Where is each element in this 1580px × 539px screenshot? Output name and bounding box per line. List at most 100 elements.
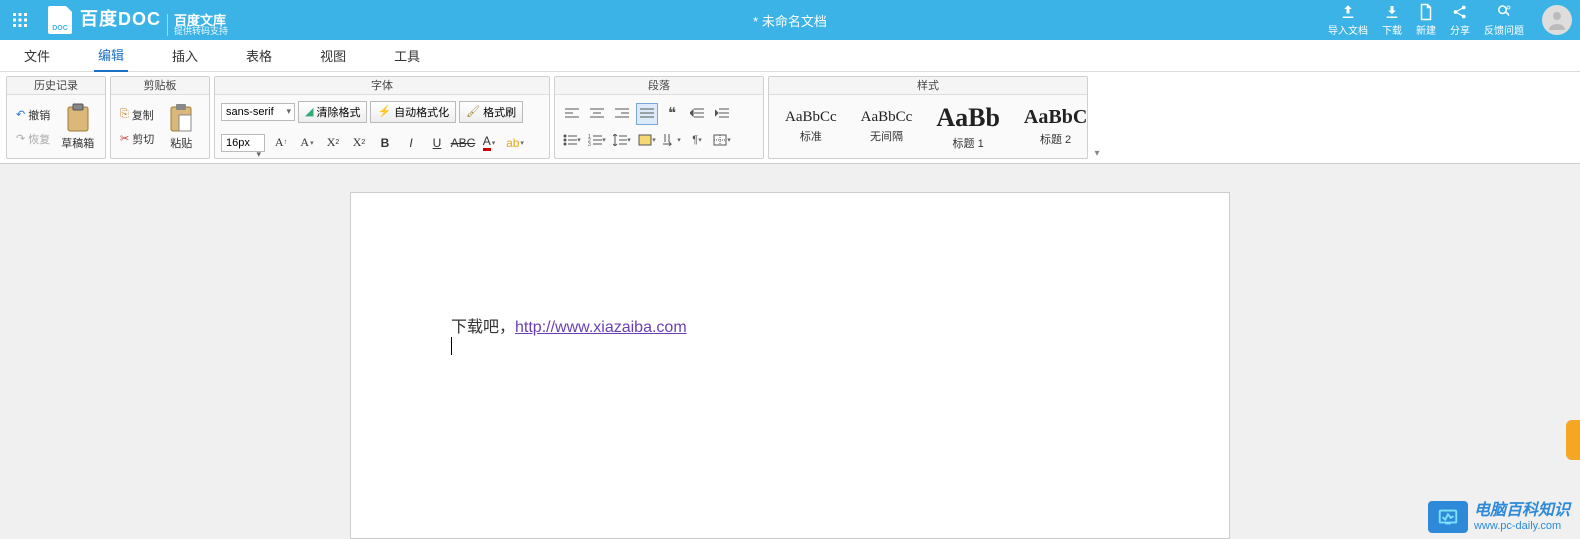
download-button[interactable]: 下载 xyxy=(1376,1,1408,39)
font-family-select[interactable]: sans-serif xyxy=(221,103,295,121)
menu-view[interactable]: 视图 xyxy=(316,40,350,71)
strikethrough-button[interactable]: ABC xyxy=(453,133,473,153)
document-area: 下载吧，http://www.xiazaiba.com xyxy=(0,164,1580,539)
indent-increase-button[interactable] xyxy=(711,103,733,125)
style-item-2[interactable]: AaBb标题 1 xyxy=(926,101,1010,153)
ribbon-group-font: 字体 sans-serif ◢清除格式 ⚡自动格式化 🖌格式刷 16px A↑ … xyxy=(214,76,550,159)
style-preview: AaBbCc xyxy=(861,109,913,126)
watermark-cn: 电脑百科知识 xyxy=(1474,502,1570,520)
highlight-button[interactable]: ab xyxy=(505,133,525,153)
svg-text:3: 3 xyxy=(588,142,591,146)
brand-sub-bottom: 提供转码支持 xyxy=(174,27,228,36)
group-title-clipboard: 剪贴板 xyxy=(111,77,209,95)
redo-button[interactable]: ↷恢复 xyxy=(13,129,53,149)
group-title-history: 历史记录 xyxy=(7,77,105,95)
style-label: 无间隔 xyxy=(870,128,903,144)
feedback-icon xyxy=(1495,3,1513,21)
text-prefix: 下载吧， xyxy=(451,319,515,336)
subscript-button[interactable]: X2 xyxy=(323,133,343,153)
ribbon-group-clipboard: 剪贴板 ⎘复制 ✂剪切 粘贴 xyxy=(110,76,210,159)
download-icon xyxy=(1383,3,1401,21)
italic-button[interactable]: I xyxy=(401,133,421,153)
align-justify-button[interactable] xyxy=(636,103,658,125)
style-label: 标题 2 xyxy=(1040,131,1071,147)
brand: 百度DOC 百度文库 提供转码支持 xyxy=(80,5,228,36)
document-title[interactable]: * 未命名文档 xyxy=(753,11,827,30)
quote-button[interactable]: ❝ xyxy=(661,103,683,125)
align-right-button[interactable] xyxy=(611,103,633,125)
style-item-1[interactable]: AaBbCc 无间隔 xyxy=(851,107,923,146)
style-preview: AaBbC xyxy=(1024,106,1087,129)
clear-format-button[interactable]: ◢清除格式 xyxy=(298,101,367,123)
drafts-button[interactable]: 草稿箱 xyxy=(57,101,98,153)
align-center-button[interactable] xyxy=(586,103,608,125)
format-painter-button[interactable]: 🖌格式刷 xyxy=(459,101,523,123)
number-list-button[interactable]: 123▾ xyxy=(586,129,608,151)
ribbon-expand-button[interactable]: ▾ xyxy=(1090,72,1104,163)
indent-decrease-button[interactable] xyxy=(686,103,708,125)
avatar-icon xyxy=(1545,8,1569,32)
auto-format-button[interactable]: ⚡自动格式化 xyxy=(370,101,456,123)
brand-main: 百度DOC xyxy=(80,5,161,31)
share-icon xyxy=(1451,3,1469,21)
group-title-styles: 样式 xyxy=(769,77,1087,95)
ribbon-group-history: 历史记录 ↶撤销 ↷恢复 草稿箱 xyxy=(6,76,106,159)
document-link[interactable]: http://www.xiazaiba.com xyxy=(515,319,687,336)
font-size-select[interactable]: 16px xyxy=(221,134,265,152)
grid-icon xyxy=(13,13,27,27)
top-header: 百度DOC 百度文库 提供转码支持 * 未命名文档 导入文档 下载 新建 分享 … xyxy=(0,0,1580,40)
watermark-en: www.pc-daily.com xyxy=(1474,520,1570,532)
style-preview: AaBb xyxy=(936,103,1000,133)
bullet-list-button[interactable]: ▾ xyxy=(561,129,583,151)
style-item-0[interactable]: AaBbCc 标准 xyxy=(775,107,847,146)
user-avatar[interactable] xyxy=(1542,5,1572,35)
paragraph-mark-button[interactable]: ¶▾ xyxy=(686,129,708,151)
text-direction-button[interactable]: ▾ xyxy=(661,129,683,151)
clipboard-icon xyxy=(62,103,94,133)
menu-edit[interactable]: 编辑 xyxy=(94,39,128,72)
apps-grid-button[interactable] xyxy=(0,0,40,40)
style-preview: AaBbCc xyxy=(785,109,837,126)
cut-button[interactable]: ✂剪切 xyxy=(117,129,157,149)
style-label: 标准 xyxy=(800,128,822,144)
group-title-font: 字体 xyxy=(215,77,549,95)
new-button[interactable]: 新建 xyxy=(1410,1,1442,39)
menu-tools[interactable]: 工具 xyxy=(390,40,424,71)
text-cursor xyxy=(451,337,452,355)
font-color-button[interactable]: A xyxy=(479,133,499,153)
share-button[interactable]: 分享 xyxy=(1444,1,1476,39)
undo-button[interactable]: ↶撤销 xyxy=(13,105,53,125)
shading-button[interactable]: ▾ xyxy=(636,129,658,151)
grow-font-button[interactable]: A↑ xyxy=(271,133,291,153)
align-left-button[interactable] xyxy=(561,103,583,125)
feedback-button[interactable]: 反馈问题 xyxy=(1478,1,1530,39)
watermark: 电脑百科知识 www.pc-daily.com xyxy=(1428,501,1570,533)
bold-button[interactable]: B xyxy=(375,133,395,153)
ribbon: 历史记录 ↶撤销 ↷恢复 草稿箱 剪贴板 ⎘复制 ✂剪切 粘贴 xyxy=(0,72,1580,164)
underline-button[interactable]: U xyxy=(427,133,447,153)
import-button[interactable]: 导入文档 xyxy=(1322,1,1374,39)
copy-button[interactable]: ⎘复制 xyxy=(117,105,157,125)
menu-table[interactable]: 表格 xyxy=(242,40,276,71)
menu-bar: 文件 编辑 插入 表格 视图 工具 xyxy=(0,40,1580,72)
right-side-tab[interactable] xyxy=(1566,420,1580,460)
paste-button[interactable]: 粘贴 xyxy=(161,101,201,153)
ribbon-group-styles: 样式 AaBbCc 标准 AaBbCc 无间隔 AaBb标题 1 AaBbC 标题 2 xyxy=(768,76,1088,159)
new-file-icon xyxy=(1417,3,1435,21)
superscript-button[interactable]: X2 xyxy=(349,133,369,153)
paste-icon xyxy=(165,103,197,133)
menu-insert[interactable]: 插入 xyxy=(168,40,202,71)
document-content[interactable]: 下载吧，http://www.xiazaiba.com xyxy=(451,313,1129,355)
borders-button[interactable]: ▾ xyxy=(711,129,733,151)
line-spacing-button[interactable]: ▾ xyxy=(611,129,633,151)
group-title-paragraph: 段落 xyxy=(555,77,763,95)
doc-file-icon xyxy=(48,6,72,34)
brand-sub-top: 百度文库 xyxy=(174,14,228,27)
document-page[interactable]: 下载吧，http://www.xiazaiba.com xyxy=(350,192,1230,539)
header-actions: 导入文档 下载 新建 分享 反馈问题 xyxy=(1322,1,1580,39)
menu-file[interactable]: 文件 xyxy=(20,40,54,71)
shrink-font-button[interactable]: A xyxy=(297,133,317,153)
ribbon-group-paragraph: 段落 ❝ ▾ 123▾ ▾ ▾ ▾ ¶▾ ▾ xyxy=(554,76,764,159)
style-item-3[interactable]: AaBbC 标题 2 xyxy=(1014,104,1097,149)
watermark-badge-icon xyxy=(1428,501,1468,533)
